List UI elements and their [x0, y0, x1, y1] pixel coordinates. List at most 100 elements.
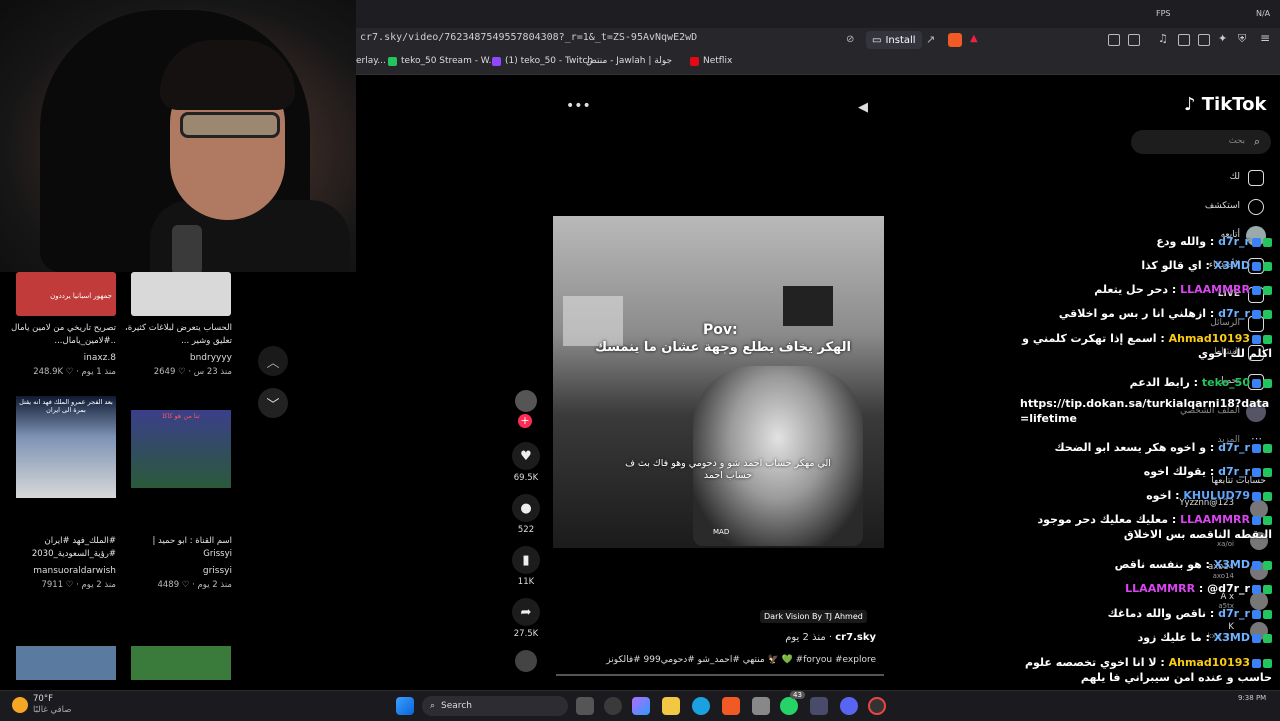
bookmark-2[interactable]: (1) teko_50 - Twitch: [492, 56, 593, 66]
streamer-glasses: [180, 112, 280, 138]
chat-username[interactable]: d7r_r: [1218, 465, 1250, 478]
app-icon[interactable]: [604, 697, 622, 715]
grid-caption-3[interactable]: اسم القناة : ابو حميد | Grissyi: [122, 535, 232, 561]
url-text[interactable]: cr7.sky/video/7623487549557804308?_r=1&_…: [360, 32, 697, 43]
sidebar-icon[interactable]: [1178, 34, 1190, 46]
chat-username[interactable]: X3MD: [1214, 558, 1250, 571]
grid-author-2[interactable]: mansuoraldarwish: [6, 566, 116, 576]
edge-icon[interactable]: [692, 697, 710, 715]
task-view-icon[interactable]: [576, 697, 594, 715]
like-button[interactable]: ♥ 69.5K: [506, 442, 546, 483]
tiktok-logo[interactable]: ♪ TikTok: [1184, 94, 1266, 115]
video-hashtags[interactable]: منتهي #احمد_شو #دحومي999 #فالكونز 🦅 💚 #f…: [590, 655, 876, 665]
chat-link[interactable]: https://tip.dokan.sa/turkialqarni18?data…: [1020, 397, 1269, 425]
mute-icon[interactable]: ⊘: [846, 34, 854, 45]
nav-for-you[interactable]: لك: [1230, 172, 1240, 182]
grid-author-0[interactable]: inaxz.8: [6, 353, 116, 363]
music-icon[interactable]: ♫: [1158, 32, 1168, 45]
more-options-icon[interactable]: •••: [566, 98, 591, 114]
grid-caption-1[interactable]: الحساب يتعرض لبلاغات كثيرة، تعليق وشير .…: [122, 322, 232, 348]
home-icon[interactable]: [1248, 170, 1264, 186]
chat-separator: :: [1168, 283, 1181, 296]
whatsapp-icon[interactable]: [780, 697, 798, 715]
share-button[interactable]: ➦ 27.5K: [506, 598, 546, 639]
menu-icon[interactable]: ≡: [1260, 31, 1270, 45]
ai-icon[interactable]: ✦: [1218, 32, 1227, 45]
badge-icon: [1252, 609, 1261, 619]
install-button[interactable]: ▭ Install: [866, 31, 922, 49]
grid-thumb-1[interactable]: [131, 272, 231, 316]
obs-icon[interactable]: [868, 697, 886, 715]
windows-start-icon[interactable]: [396, 697, 414, 715]
chat-username[interactable]: d7r_r: [1218, 441, 1250, 454]
scroll-up-button[interactable]: ︿: [258, 346, 288, 376]
extensions-icon[interactable]: [1108, 34, 1120, 46]
chat-text: يقولك اخوه: [1143, 465, 1207, 478]
install-label: Install: [885, 34, 916, 46]
brave-shield-icon[interactable]: [948, 33, 962, 47]
chat-message: d7r_r : ازهلني انا ر بس مو اخلاقي: [1020, 306, 1272, 321]
music-disc-icon[interactable]: [515, 650, 537, 672]
bookmark-4[interactable]: Netflix: [690, 56, 732, 66]
creator-avatar[interactable]: [515, 390, 537, 412]
bookmark-1[interactable]: teko_50 Stream - W...: [388, 56, 497, 66]
chat-username[interactable]: Ahmad10193: [1169, 332, 1250, 345]
weather-temp[interactable]: 70°F: [33, 694, 53, 704]
vpn-icon[interactable]: ⛨: [1238, 32, 1246, 46]
grid-thumb-2[interactable]: بعد الفجر عمرو الملك فهد انه يقتل بمرة ا…: [16, 396, 116, 498]
save-button[interactable]: ▮ 11K: [506, 546, 546, 587]
grid-caption-2[interactable]: #الملك_فهد #ايران #رؤية_السعودية_2030: [6, 535, 116, 561]
grid-caption-0[interactable]: تصريح تاريخي من لامين يامال ..#لامين_يام…: [6, 322, 116, 348]
bookmark-3[interactable]: منتص - Jawlah | جولة: [586, 56, 672, 66]
chat-username[interactable]: LLAAMMRR: [1180, 513, 1250, 526]
kick-icon: [1263, 560, 1272, 570]
taskbar-clock[interactable]: 9:38 PM: [1238, 694, 1266, 702]
weather-desc[interactable]: صافي غالبًا: [33, 705, 71, 715]
chat-username[interactable]: d7r_r: [1218, 235, 1250, 248]
chat-separator: :: [1156, 332, 1169, 345]
video-progress-bar[interactable]: [556, 674, 884, 676]
comment-button[interactable]: ● 522: [506, 494, 546, 535]
video-pc-case: [563, 296, 623, 346]
chat-username[interactable]: KHULUD79: [1183, 489, 1250, 502]
chat-username[interactable]: d7r_r: [1218, 307, 1250, 320]
wallet-icon[interactable]: [1198, 34, 1210, 46]
video-author[interactable]: cr7.sky: [835, 632, 876, 643]
grid-thumb-4[interactable]: [16, 646, 116, 680]
file-explorer-icon[interactable]: [662, 697, 680, 715]
follow-plus-icon[interactable]: +: [518, 414, 532, 428]
brave-icon[interactable]: [722, 697, 740, 715]
chat-message: teko_50 : رابط الدعم: [1020, 375, 1272, 390]
chat-username[interactable]: X3MD: [1214, 259, 1250, 272]
chat-message: d7r_r : و اخوه هكر يسعد ابو الضحك: [1020, 440, 1272, 455]
tab-icon[interactable]: [1128, 34, 1140, 46]
discord-icon[interactable]: [840, 697, 858, 715]
chat-username[interactable]: d7r_r: [1218, 607, 1250, 620]
nav-explore[interactable]: استكشف: [1205, 201, 1240, 211]
grid-author-3[interactable]: grissyi: [122, 566, 232, 576]
chat-username[interactable]: Ahmad10193: [1169, 656, 1250, 669]
grid-author-1[interactable]: bndryyyy: [122, 353, 232, 363]
compass-icon[interactable]: [1248, 199, 1264, 215]
chat-username[interactable]: LLAAMMRR: [1125, 582, 1195, 595]
volume-icon[interactable]: ◀: [858, 100, 868, 115]
scroll-down-button[interactable]: ﹀: [258, 388, 288, 418]
copilot-icon[interactable]: [632, 697, 650, 715]
warning-icon[interactable]: ▲: [970, 33, 978, 44]
calculator-icon[interactable]: [752, 697, 770, 715]
weather-icon[interactable]: [12, 697, 28, 713]
search-input[interactable]: بحث: [1131, 130, 1271, 154]
chat-username[interactable]: X3MD: [1214, 631, 1250, 644]
app-icon-2[interactable]: [810, 697, 828, 715]
grid-thumb-3[interactable]: تنا من هو كاكا: [131, 410, 231, 488]
video-player[interactable]: Pov: الهكر يخاف يطلع وجهة عشان ما ينمسك …: [553, 216, 884, 548]
share-icon[interactable]: ↗: [926, 33, 935, 46]
chat-username[interactable]: LLAAMMRR: [1180, 283, 1250, 296]
grid-thumb-5[interactable]: [131, 646, 231, 680]
grid-thumb-0[interactable]: جمهور اسبانيا يرددون: [16, 272, 116, 316]
search-icon[interactable]: ⌕: [1254, 135, 1260, 149]
bookmark-0[interactable]: erlay...: [356, 56, 386, 66]
music-label[interactable]: Dark Vision By TJ Ahmed: [760, 610, 867, 623]
taskbar-search[interactable]: ⌕ Search: [422, 696, 568, 716]
chat-username[interactable]: teko_50: [1202, 376, 1250, 389]
